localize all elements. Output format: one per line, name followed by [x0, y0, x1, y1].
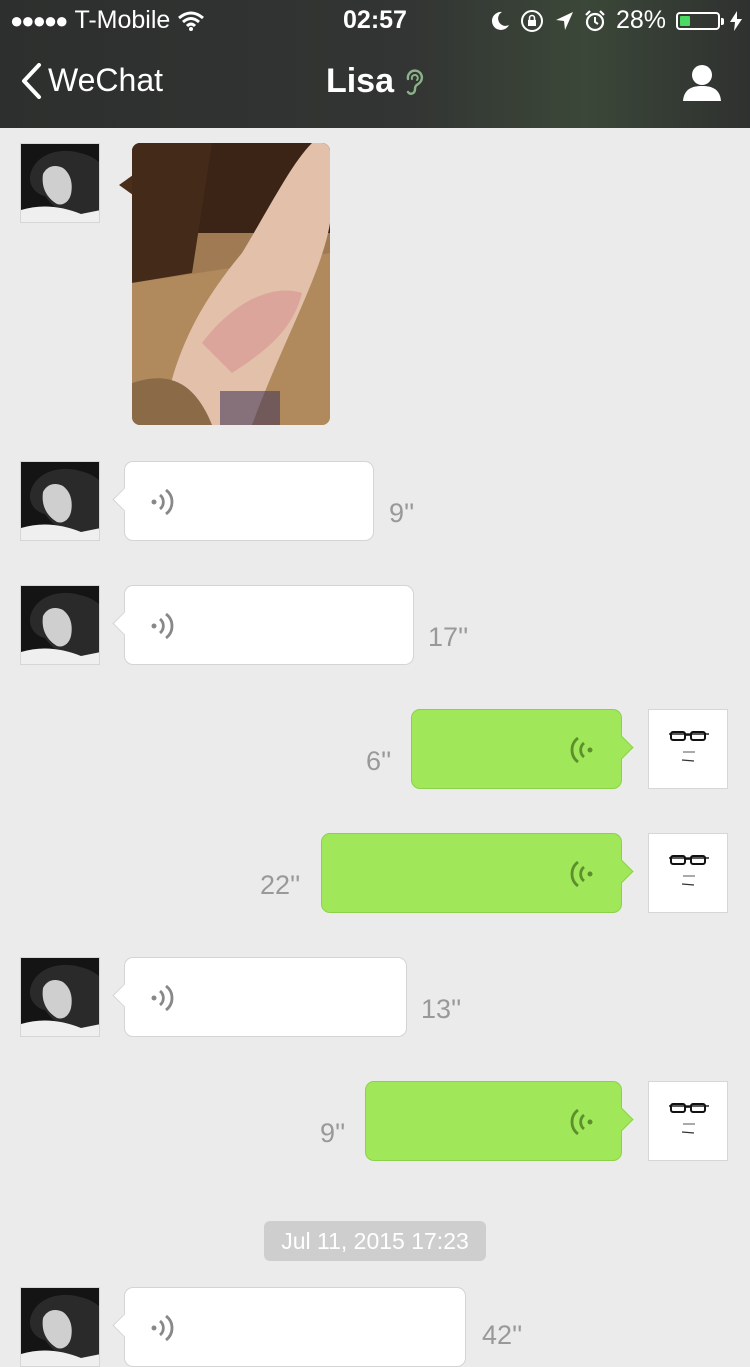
voice-wave-icon: [151, 612, 174, 640]
voice-message-bubble[interactable]: [321, 833, 634, 913]
moon-icon: [491, 11, 509, 30]
voice-duration: 42'': [482, 1320, 523, 1350]
lisa-avatar[interactable]: [20, 585, 100, 665]
voice-wave-icon: [151, 984, 174, 1012]
status-bar: ●●●●● T-Mobile 02:57 28%: [0, 0, 750, 40]
voice-wave-icon: [151, 1314, 174, 1342]
location-arrow-icon: [555, 11, 573, 30]
chat-title: Lisa: [325, 62, 395, 100]
lisa-avatar[interactable]: [20, 957, 100, 1037]
voice-message-bubble[interactable]: [112, 957, 407, 1037]
voice-wave-icon: [570, 860, 593, 888]
my-avatar[interactable]: [648, 833, 728, 913]
ear-icon: [406, 68, 424, 95]
lisa-avatar[interactable]: [20, 143, 100, 223]
voice-duration: 9'': [389, 498, 415, 528]
voice-duration: 22'': [260, 870, 301, 900]
voice-message-bubble[interactable]: [112, 461, 374, 541]
image-message[interactable]: [132, 143, 330, 425]
voice-message-bubble[interactable]: [411, 709, 634, 789]
rotation-lock-icon: [520, 9, 543, 32]
voice-duration: 9'': [320, 1118, 346, 1148]
voice-wave-icon: [151, 488, 174, 516]
lisa-avatar[interactable]: [20, 461, 100, 541]
voice-message-bubble[interactable]: [365, 1081, 634, 1161]
voice-message-bubble[interactable]: [112, 585, 414, 665]
voice-message-bubble[interactable]: [112, 1287, 466, 1367]
chat-timestamp: Jul 11, 2015 17:23: [264, 1221, 486, 1261]
header: ●●●●● T-Mobile 02:57 28% WeChat Lisa: [0, 0, 750, 128]
lisa-avatar[interactable]: [20, 1287, 100, 1367]
voice-duration: 13'': [421, 994, 462, 1024]
voice-duration: 17'': [428, 622, 469, 652]
battery-icon: [676, 11, 724, 30]
voice-duration: 6'': [366, 746, 392, 776]
voice-wave-icon: [570, 736, 593, 764]
voice-wave-icon: [570, 1108, 593, 1136]
my-avatar[interactable]: [648, 1081, 728, 1161]
nav-bar: WeChat Lisa: [0, 40, 750, 128]
charging-bolt-icon: [730, 10, 742, 31]
my-avatar[interactable]: [648, 709, 728, 789]
contact-profile-button[interactable]: [682, 64, 722, 107]
battery-percent: 28%: [615, 6, 666, 34]
alarm-icon: [585, 9, 605, 31]
contact-profile-icon: [683, 65, 721, 101]
